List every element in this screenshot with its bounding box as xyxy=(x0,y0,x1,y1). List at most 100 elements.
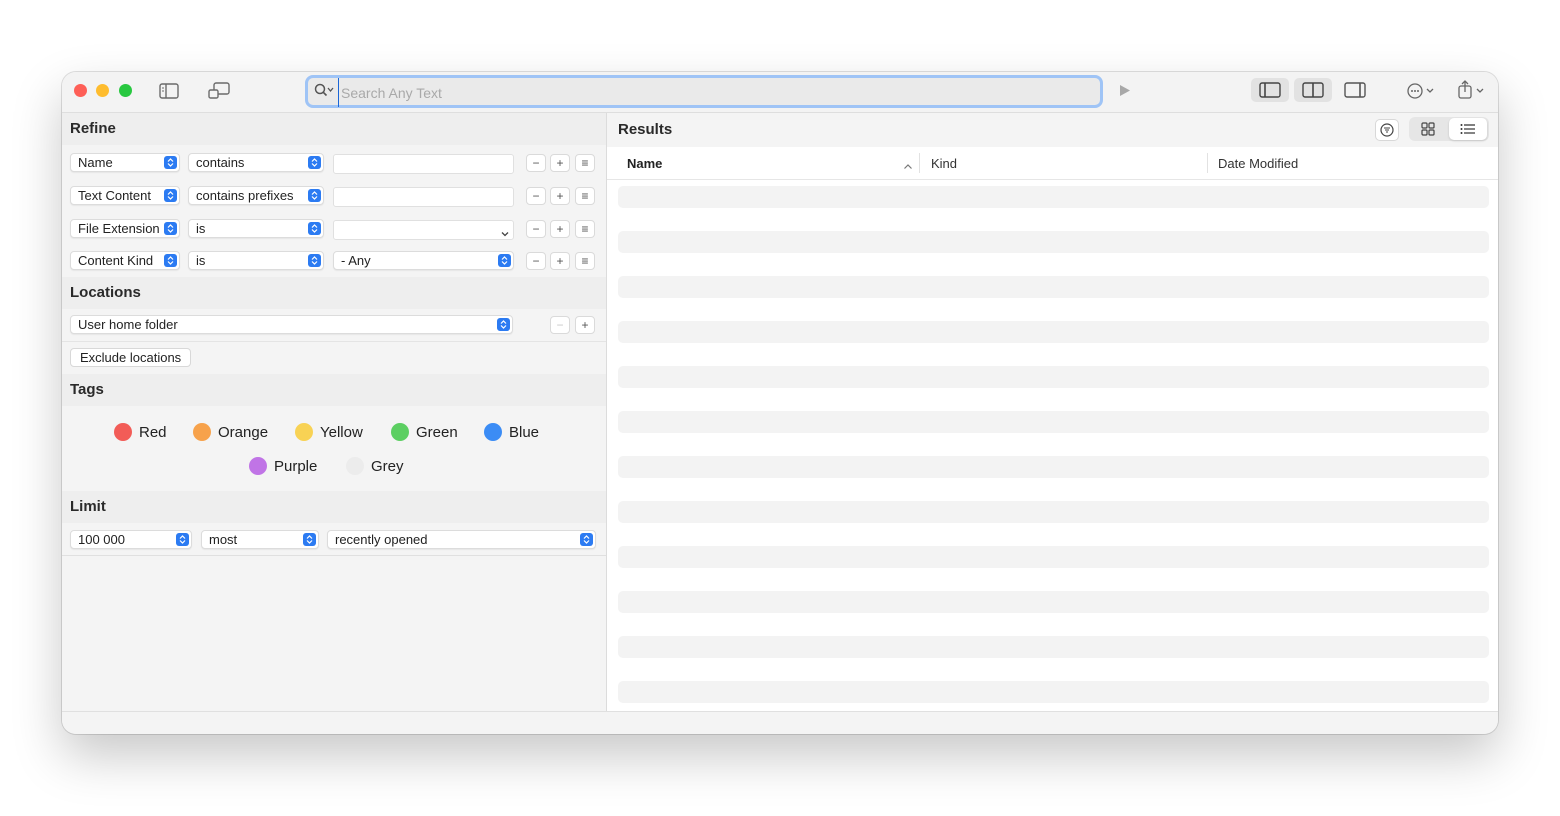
select-value: Content Kind xyxy=(78,253,154,268)
criterion-options-button[interactable]: ≡ xyxy=(575,154,595,172)
close-window-button[interactable] xyxy=(74,84,87,97)
remove-location-button[interactable]: − xyxy=(550,316,570,334)
refine-attribute-select-3[interactable]: File Extension xyxy=(70,219,180,238)
empty-result-row xyxy=(618,231,1489,253)
column-date-modified[interactable]: Date Modified xyxy=(1218,156,1298,171)
refine-extension-combo[interactable] xyxy=(333,220,514,240)
empty-result-row xyxy=(618,546,1489,568)
stepper-icon xyxy=(303,533,316,546)
filter-button[interactable] xyxy=(1375,119,1399,141)
limit-order-select[interactable]: most xyxy=(201,530,319,549)
search-options-icon[interactable] xyxy=(314,83,336,102)
window-layout-icon[interactable] xyxy=(207,80,231,102)
layout-split-button[interactable] xyxy=(1294,78,1332,102)
tag-yellow[interactable]: Yellow xyxy=(295,423,363,441)
refine-value-field-1[interactable] xyxy=(333,154,514,174)
share-icon[interactable] xyxy=(1455,78,1489,102)
select-value: Text Content xyxy=(78,188,151,203)
results-header: Results xyxy=(607,113,1498,147)
refine-operator-select-3[interactable]: is xyxy=(188,219,324,238)
stepper-icon xyxy=(176,533,189,546)
filter-icon xyxy=(1380,123,1394,137)
empty-result-row xyxy=(618,591,1489,613)
column-name[interactable]: Name xyxy=(627,156,662,171)
refine-operator-select-2[interactable]: contains prefixes xyxy=(188,186,324,205)
sidebar-toggle-icon[interactable] xyxy=(158,81,180,101)
location-select[interactable]: User home folder xyxy=(70,315,513,334)
refine-operator-select-4[interactable]: is xyxy=(188,251,324,270)
refine-attribute-select-2[interactable]: Text Content xyxy=(70,186,180,205)
limit-heading: Limit xyxy=(62,491,606,523)
limit-criterion-select[interactable]: recently opened xyxy=(327,530,596,549)
stepper-icon xyxy=(498,254,511,267)
criterion-options-button[interactable]: ≡ xyxy=(575,187,595,205)
zoom-window-button[interactable] xyxy=(119,84,132,97)
tag-purple[interactable]: Purple xyxy=(249,457,317,475)
layout-left-panel-button[interactable] xyxy=(1251,78,1289,102)
refine-operator-select-1[interactable]: contains xyxy=(188,153,324,172)
stepper-icon xyxy=(308,254,321,267)
tag-red[interactable]: Red xyxy=(114,423,167,441)
empty-result-row xyxy=(618,636,1489,658)
tag-color-dot xyxy=(295,423,313,441)
select-value: 100 000 xyxy=(78,532,125,547)
tag-green[interactable]: Green xyxy=(391,423,458,441)
empty-result-row xyxy=(618,681,1489,703)
search-field[interactable] xyxy=(305,75,1103,108)
refine-value-field-2[interactable] xyxy=(333,187,514,207)
select-value: is xyxy=(196,253,206,268)
tag-color-dot xyxy=(346,457,364,475)
refine-attribute-select-4[interactable]: Content Kind xyxy=(70,251,180,270)
empty-result-row xyxy=(618,321,1489,343)
empty-result-row xyxy=(618,366,1489,388)
locations-heading: Locations xyxy=(62,277,606,309)
remove-criterion-button[interactable]: − xyxy=(526,154,546,172)
split-panel-icon xyxy=(1302,82,1324,98)
remove-criterion-button[interactable]: − xyxy=(526,187,546,205)
remove-criterion-button[interactable]: − xyxy=(526,252,546,270)
list-view-button[interactable] xyxy=(1449,118,1487,140)
select-value: File Extension xyxy=(78,221,160,236)
tag-label: Red xyxy=(139,423,167,441)
sort-ascending-icon[interactable] xyxy=(903,158,913,173)
query-panel: Refine Name contains − + ≡ Text Content … xyxy=(62,113,607,711)
stepper-icon xyxy=(580,533,593,546)
results-title: Results xyxy=(618,121,673,138)
more-actions-icon[interactable] xyxy=(1405,80,1439,102)
refine-attribute-select-1[interactable]: Name xyxy=(70,153,180,172)
minimize-window-button[interactable] xyxy=(96,84,109,97)
tag-orange[interactable]: Orange xyxy=(193,423,268,441)
criterion-options-button[interactable]: ≡ xyxy=(575,220,595,238)
stepper-icon xyxy=(164,254,177,267)
refine-heading: Refine xyxy=(62,113,606,145)
search-input[interactable] xyxy=(338,78,1083,107)
layout-right-panel-button[interactable] xyxy=(1336,78,1374,102)
tag-grey[interactable]: Grey xyxy=(346,457,404,475)
select-value: contains prefixes xyxy=(196,188,294,203)
tag-color-dot xyxy=(391,423,409,441)
tag-color-dot xyxy=(484,423,502,441)
add-criterion-button[interactable]: + xyxy=(550,187,570,205)
tag-color-dot xyxy=(114,423,132,441)
chevron-down-icon[interactable] xyxy=(501,225,509,243)
add-criterion-button[interactable]: + xyxy=(550,252,570,270)
select-value: Name xyxy=(78,155,113,170)
grid-view-button[interactable] xyxy=(1409,117,1447,141)
empty-result-row xyxy=(618,411,1489,433)
run-search-icon[interactable] xyxy=(1117,82,1133,98)
empty-result-row xyxy=(618,456,1489,478)
tag-color-dot xyxy=(249,457,267,475)
tag-label: Grey xyxy=(371,457,404,475)
remove-criterion-button[interactable]: − xyxy=(526,220,546,238)
column-kind[interactable]: Kind xyxy=(931,156,957,171)
exclude-locations-button[interactable]: Exclude locations xyxy=(70,348,192,367)
view-mode-control xyxy=(1409,117,1489,141)
add-criterion-button[interactable]: + xyxy=(550,154,570,172)
add-criterion-button[interactable]: + xyxy=(550,220,570,238)
content-kind-select[interactable]: - Any xyxy=(333,251,514,270)
tag-blue[interactable]: Blue xyxy=(484,423,539,441)
criterion-options-button[interactable]: ≡ xyxy=(575,252,595,270)
limit-count-select[interactable]: 100 000 xyxy=(70,530,192,549)
add-location-button[interactable]: + xyxy=(575,316,595,334)
tag-color-dot xyxy=(193,423,211,441)
